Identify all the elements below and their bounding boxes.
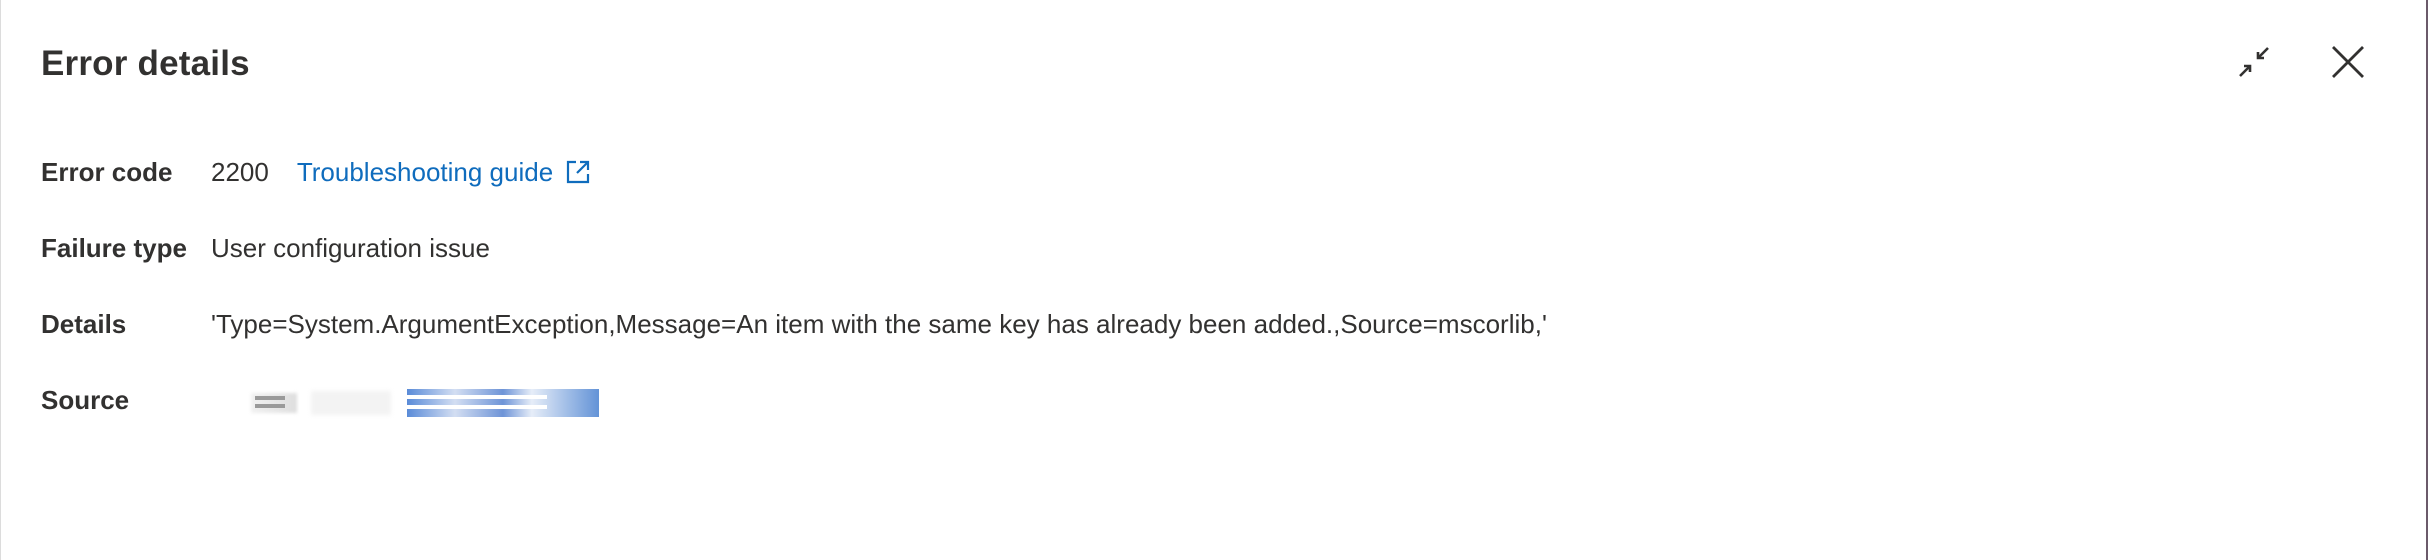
troubleshooting-guide-link[interactable]: Troubleshooting guide [297, 157, 591, 188]
minimize-icon [2239, 47, 2269, 77]
error-code-row: Error code 2200 Troubleshooting guide [41, 152, 591, 192]
error-code-label: Error code [41, 156, 173, 187]
error-code-value: 2200 [211, 156, 269, 187]
error-details-dialog: Error details Error code 2200 Troublesho… [0, 0, 2428, 560]
details-value: 'Type=System.ArgumentException,Message=A… [211, 308, 1547, 339]
failure-type-label: Failure type [41, 232, 187, 263]
troubleshooting-guide-label: Troubleshooting guide [296, 156, 554, 187]
source-row: Source [41, 380, 611, 420]
dialog-header-actions [2232, 40, 2370, 84]
source-value-redacted [211, 383, 611, 417]
details-label: Details [41, 308, 127, 339]
details-row: Details 'Type=System.ArgumentException,M… [41, 304, 1547, 344]
external-link-icon [567, 160, 590, 184]
failure-type-value: User configuration issue [211, 232, 490, 263]
close-button[interactable] [2326, 40, 2370, 84]
source-label: Source [41, 384, 130, 415]
close-icon [2332, 46, 2364, 78]
minimize-button[interactable] [2232, 40, 2276, 84]
failure-type-row: Failure type User configuration issue [41, 228, 490, 268]
dialog-title: Error details [41, 44, 250, 83]
